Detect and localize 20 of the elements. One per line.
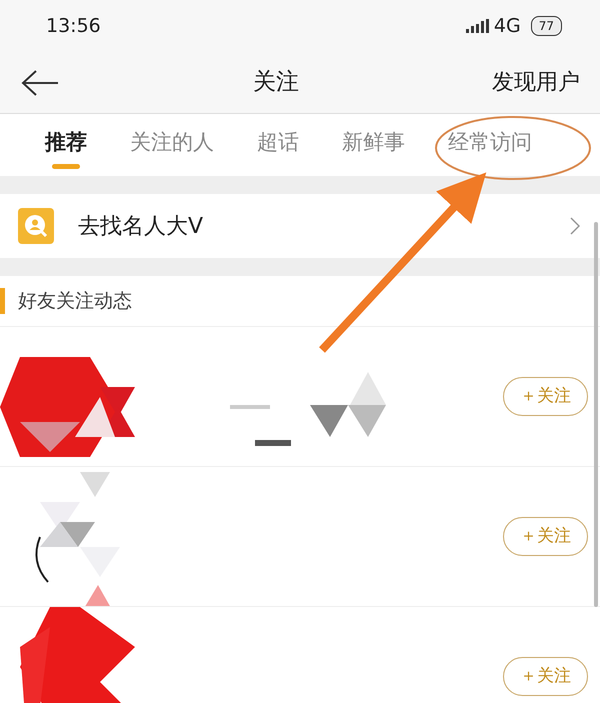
back-button[interactable]	[20, 68, 60, 98]
discover-users-link[interactable]: 发现用户	[492, 66, 580, 99]
section-accent-bar	[0, 288, 5, 314]
follow-button[interactable]: ＋关注	[503, 516, 588, 556]
scrollbar[interactable]	[594, 222, 598, 607]
page-title: 关注	[253, 68, 299, 98]
chevron-right-icon	[570, 217, 580, 235]
signal-icon	[466, 19, 490, 33]
section-title: 好友关注动态	[18, 288, 132, 314]
tab[interactable]: 关注的人	[130, 119, 214, 171]
clock-time: 13:56	[46, 14, 101, 39]
tab[interactable]: 经常访问	[448, 119, 532, 171]
network-type: 4G	[494, 14, 521, 39]
tab[interactable]: 超话	[257, 119, 299, 171]
user-search-icon	[18, 208, 54, 244]
tab[interactable]: 新鲜事	[342, 119, 405, 171]
follow-button[interactable]: ＋关注	[503, 376, 588, 416]
follow-button[interactable]: ＋关注	[503, 656, 588, 696]
tab[interactable]: 推荐	[45, 119, 87, 171]
battery-level: 77	[530, 16, 562, 36]
